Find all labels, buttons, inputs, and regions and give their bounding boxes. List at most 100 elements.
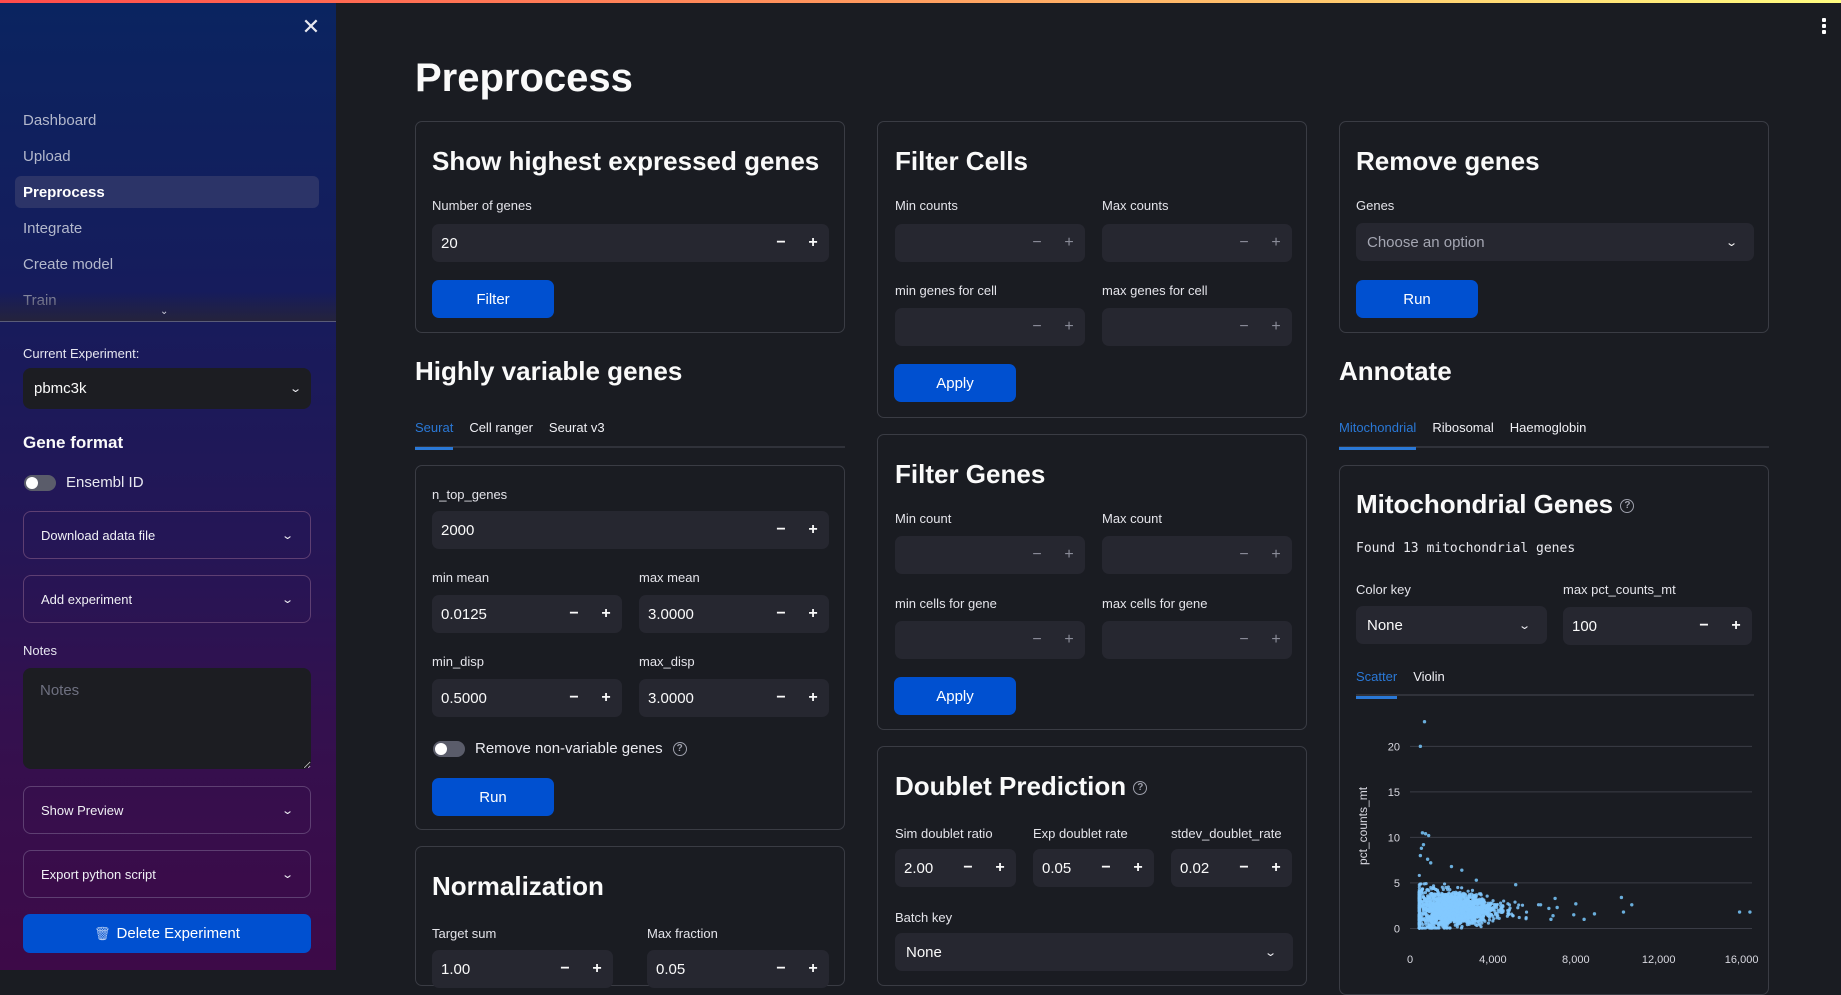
max-pct-input[interactable]: 100 − + — [1563, 607, 1752, 645]
filter-cells-apply-button[interactable]: Apply — [894, 364, 1016, 402]
min-genes-cell-input[interactable]: − + — [895, 308, 1085, 346]
increment-button[interactable]: + — [797, 605, 829, 623]
decrement-button[interactable]: − — [765, 521, 797, 539]
sidebar-item-upload[interactable]: Upload — [15, 140, 319, 172]
sidebar-item-preprocess[interactable]: Preprocess — [15, 176, 319, 208]
increment-button[interactable]: + — [1053, 546, 1085, 564]
notes-textarea[interactable] — [23, 668, 311, 769]
decrement-button[interactable]: − — [1228, 859, 1260, 877]
decrement-button[interactable]: − — [765, 960, 797, 978]
decrement-button[interactable]: − — [1228, 234, 1260, 252]
nav-expand-chevron-icon[interactable]: ⌄ — [160, 306, 168, 317]
help-icon[interactable]: ? — [672, 741, 687, 756]
increment-button[interactable]: + — [590, 605, 622, 623]
tab-mitochondrial[interactable]: Mitochondrial — [1339, 414, 1417, 450]
batch-key-select[interactable]: None ⌄ — [895, 933, 1293, 971]
increment-button[interactable]: + — [984, 859, 1016, 877]
close-sidebar-button[interactable]: ✕ — [300, 16, 322, 38]
decrement-button[interactable]: − — [765, 234, 797, 252]
increment-button[interactable]: + — [581, 960, 613, 978]
min-cells-gene-input[interactable]: − + — [895, 621, 1085, 659]
max-cells-gene-input[interactable]: − + — [1102, 621, 1292, 659]
max-genes-cell-input[interactable]: − + — [1102, 308, 1292, 346]
tab-scatter[interactable]: Scatter — [1356, 663, 1398, 699]
number-of-genes-input[interactable]: 20 − + — [432, 224, 829, 262]
current-experiment-select[interactable]: pbmc3k ⌄ — [23, 368, 311, 409]
increment-button[interactable]: + — [797, 234, 829, 252]
max-counts-input[interactable]: − + — [1102, 224, 1292, 262]
increment-button[interactable]: + — [1053, 234, 1085, 252]
sidebar-item-dashboard[interactable]: Dashboard — [15, 104, 319, 136]
help-icon[interactable]: ? — [1620, 499, 1635, 514]
exp-rate-input[interactable]: 0.05 − + — [1033, 849, 1154, 887]
decrement-button[interactable]: − — [1021, 318, 1053, 336]
decrement-button[interactable]: − — [558, 689, 590, 707]
increment-button[interactable]: + — [590, 689, 622, 707]
sidebar-item-integrate[interactable]: Integrate — [15, 212, 319, 244]
n-top-genes-input[interactable]: 2000 − + — [432, 511, 829, 549]
export-python-label: Export python script — [41, 866, 156, 882]
tab-ribosomal[interactable]: Ribosomal — [1432, 414, 1493, 448]
tab-haemoglobin[interactable]: Haemoglobin — [1510, 414, 1587, 448]
decrement-button[interactable]: − — [549, 960, 581, 978]
hvg-run-button[interactable]: Run — [432, 778, 554, 816]
tab-cell-ranger[interactable]: Cell ranger — [469, 414, 533, 448]
delete-experiment-button[interactable]: 🗑 Delete Experiment — [23, 914, 311, 953]
min-counts-input[interactable]: − + — [895, 224, 1085, 262]
decrement-button[interactable]: − — [1021, 546, 1053, 564]
tab-seurat[interactable]: Seurat — [415, 414, 454, 450]
decrement-button[interactable]: − — [1021, 234, 1053, 252]
help-icon[interactable]: ? — [1133, 781, 1148, 796]
decrement-button[interactable]: − — [765, 689, 797, 707]
increment-button[interactable]: + — [797, 521, 829, 539]
target-sum-input[interactable]: 1.00 − + — [432, 950, 613, 988]
increment-button[interactable]: + — [1260, 234, 1292, 252]
increment-button[interactable]: + — [1260, 546, 1292, 564]
increment-button[interactable]: + — [1720, 617, 1752, 635]
decrement-button[interactable]: − — [952, 859, 984, 877]
decrement-button[interactable]: − — [1021, 631, 1053, 649]
tab-seurat-v3[interactable]: Seurat v3 — [549, 414, 605, 448]
remove-genes-run-button[interactable]: Run — [1356, 280, 1478, 318]
increment-button[interactable]: + — [1260, 631, 1292, 649]
show-preview-expander[interactable]: Show Preview ⌄ — [23, 786, 311, 834]
min-mean-input[interactable]: 0.0125 − + — [432, 595, 622, 633]
download-adata-expander[interactable]: Download adata file ⌄ — [23, 511, 311, 559]
tab-violin[interactable]: Violin — [1413, 663, 1445, 697]
decrement-button[interactable]: − — [1228, 318, 1260, 336]
max-mean-input[interactable]: 3.0000 − + — [639, 595, 829, 633]
ensembl-id-toggle[interactable] — [24, 474, 56, 491]
add-experiment-expander[interactable]: Add experiment ⌄ — [23, 575, 311, 623]
remove-non-variable-toggle[interactable] — [433, 740, 465, 757]
decrement-button[interactable]: − — [1688, 617, 1720, 635]
min-count-input[interactable]: − + — [895, 536, 1085, 574]
max-disp-input[interactable]: 3.0000 − + — [639, 679, 829, 717]
increment-button[interactable]: + — [1260, 859, 1292, 877]
export-python-expander[interactable]: Export python script ⌄ — [23, 850, 311, 898]
increment-button[interactable]: + — [1053, 318, 1085, 336]
main-menu-button[interactable] — [1822, 18, 1828, 36]
increment-button[interactable]: + — [797, 960, 829, 978]
decrement-button[interactable]: − — [765, 605, 797, 623]
decrement-button[interactable]: − — [558, 605, 590, 623]
max-count-input[interactable]: − + — [1102, 536, 1292, 574]
mito-scatter-plot[interactable]: 0 5 10 15 20 0 4,000 8,000 12,000 16,000 pct_count… — [1350, 711, 1760, 981]
color-key-select[interactable]: None ⌄ — [1356, 606, 1547, 644]
decrement-button[interactable]: − — [1228, 546, 1260, 564]
decrement-button[interactable]: − — [1228, 631, 1260, 649]
increment-button[interactable]: + — [797, 689, 829, 707]
decrement-button[interactable]: − — [1090, 859, 1122, 877]
genes-multiselect[interactable]: Choose an option ⌄ — [1356, 223, 1754, 261]
filter-genes-apply-button[interactable]: Apply — [894, 677, 1016, 715]
filter-button[interactable]: Filter — [432, 280, 554, 318]
min-disp-input[interactable]: 0.5000 − + — [432, 679, 622, 717]
max-fraction-input[interactable]: 0.05 − + — [647, 950, 829, 988]
max-cells-gene-label: max cells for gene — [1102, 596, 1208, 611]
max-count-label: Max count — [1102, 511, 1162, 526]
increment-button[interactable]: + — [1053, 631, 1085, 649]
sidebar-item-create-model[interactable]: Create model — [15, 248, 319, 280]
sim-ratio-input[interactable]: 2.00 − + — [895, 849, 1016, 887]
increment-button[interactable]: + — [1260, 318, 1292, 336]
increment-button[interactable]: + — [1122, 859, 1154, 877]
stdev-input[interactable]: 0.02 − + — [1171, 849, 1292, 887]
